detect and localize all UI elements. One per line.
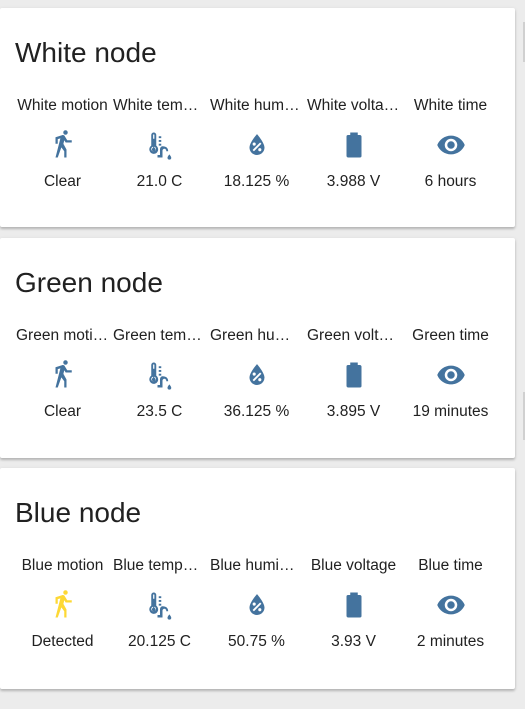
entity-name: Blue humidity bbox=[210, 557, 303, 574]
entity-name: Blue time bbox=[418, 557, 483, 574]
entity-state: 3.93 V bbox=[331, 633, 376, 650]
entity-name: Green voltage bbox=[307, 327, 400, 344]
entity-blue-motion[interactable]: Blue motion Detected bbox=[14, 556, 111, 652]
thermometer-water-icon bbox=[145, 360, 175, 390]
entity-name: White time bbox=[413, 97, 488, 114]
water-percent-icon bbox=[242, 590, 272, 620]
entity-blue-humidity[interactable]: Blue humidity 50.75 % bbox=[208, 556, 305, 652]
entity-white-time[interactable]: White time 6 hours bbox=[402, 96, 499, 192]
entity-name: White motion bbox=[17, 97, 108, 114]
entity-green-motion[interactable]: Green motion Clear bbox=[14, 326, 111, 422]
water-percent-icon bbox=[242, 130, 272, 160]
entity-state: 6 hours bbox=[424, 173, 477, 190]
entity-state: 36.125 % bbox=[223, 403, 290, 420]
entity-state: Clear bbox=[43, 173, 82, 190]
eye-icon bbox=[436, 590, 466, 620]
entity-name: White humidity bbox=[210, 97, 303, 114]
entity-state: 19 minutes bbox=[412, 403, 489, 420]
battery-icon bbox=[339, 130, 369, 160]
entity-white-temperature[interactable]: White temperature 21.0 C bbox=[111, 96, 208, 192]
walk-icon bbox=[48, 130, 78, 160]
card-title: White node bbox=[15, 37, 157, 68]
entity-row: Blue motion Detected Blue temperature 20… bbox=[14, 556, 501, 652]
walk-icon bbox=[48, 360, 78, 390]
entity-state: 18.125 % bbox=[223, 173, 290, 190]
entity-state: Clear bbox=[43, 403, 82, 420]
entity-state: 3.988 V bbox=[326, 173, 381, 190]
entity-blue-voltage[interactable]: Blue voltage 3.93 V bbox=[305, 556, 402, 652]
entity-green-humidity[interactable]: Green humidity 36.125 % bbox=[208, 326, 305, 422]
entity-state: 2 minutes bbox=[416, 633, 485, 650]
entity-state: Detected bbox=[31, 633, 94, 650]
card-title: Green node bbox=[15, 267, 163, 298]
entity-state: 3.895 V bbox=[326, 403, 381, 420]
water-percent-icon bbox=[242, 360, 272, 390]
battery-icon bbox=[339, 590, 369, 620]
eye-icon bbox=[436, 130, 466, 160]
entity-state: 23.5 C bbox=[136, 403, 183, 420]
entity-name: Green humidity bbox=[210, 327, 303, 344]
entity-name: Blue motion bbox=[21, 557, 104, 574]
entity-green-voltage[interactable]: Green voltage 3.895 V bbox=[305, 326, 402, 422]
walk-icon bbox=[48, 590, 78, 620]
entity-state: 21.0 C bbox=[136, 173, 183, 190]
entity-name: White temperature bbox=[113, 97, 206, 114]
entity-blue-time[interactable]: Blue time 2 minutes bbox=[402, 556, 499, 652]
entity-green-temperature[interactable]: Green temperature 23.5 C bbox=[111, 326, 208, 422]
battery-icon bbox=[339, 360, 369, 390]
card-white-node: White node White motion Clear White temp… bbox=[0, 8, 515, 227]
entity-state: 20.125 C bbox=[128, 633, 191, 650]
entity-name: Green time bbox=[412, 327, 489, 344]
entity-blue-temperature[interactable]: Blue temperature 20.125 C bbox=[111, 556, 208, 652]
card-title: Blue node bbox=[15, 497, 142, 528]
eye-icon bbox=[436, 360, 466, 390]
entity-row: White motion Clear White temperature 21.… bbox=[14, 96, 501, 192]
entity-name: White voltage bbox=[307, 97, 400, 114]
card-green-node: Green node Green motion Clear Green temp… bbox=[0, 238, 515, 458]
entity-name: Blue voltage bbox=[310, 557, 397, 574]
entity-name: Blue temperature bbox=[113, 557, 206, 574]
entity-name: Green temperature bbox=[113, 327, 206, 344]
thermometer-water-icon bbox=[145, 590, 175, 620]
entity-green-time[interactable]: Green time 19 minutes bbox=[402, 326, 499, 422]
entity-row: Green motion Clear Green temperature 23.… bbox=[14, 326, 501, 422]
card-blue-node: Blue node Blue motion Detected Blue temp… bbox=[0, 468, 515, 689]
entity-name: Green motion bbox=[16, 327, 109, 344]
entity-white-motion[interactable]: White motion Clear bbox=[14, 96, 111, 192]
thermometer-water-icon bbox=[145, 130, 175, 160]
entity-white-voltage[interactable]: White voltage 3.988 V bbox=[305, 96, 402, 192]
entity-state: 50.75 % bbox=[228, 633, 285, 650]
dashboard-page: White node White motion Clear White temp… bbox=[0, 0, 525, 709]
entity-white-humidity[interactable]: White humidity 18.125 % bbox=[208, 96, 305, 192]
